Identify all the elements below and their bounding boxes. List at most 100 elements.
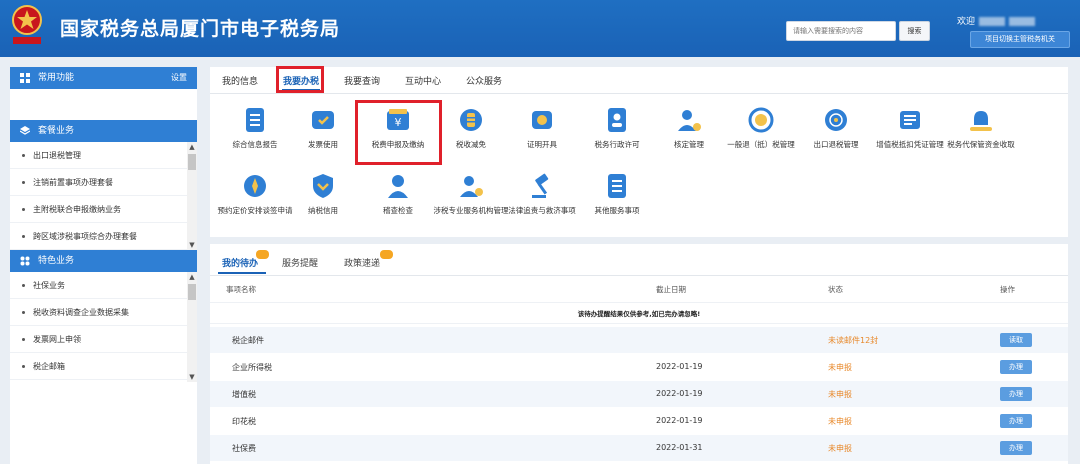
search-input[interactable] (786, 21, 896, 41)
package-scrollbar[interactable]: ▲ ▼ (187, 142, 197, 250)
tab-query[interactable]: 我要查询 (344, 74, 380, 87)
apps-icon (20, 256, 30, 266)
sidebar-item-tax-survey[interactable]: 税收资料调查企业数据采集 (10, 299, 197, 326)
user-gear-icon (678, 110, 701, 131)
yuan-wallet-icon: ¥ (387, 109, 409, 130)
scroll-down-icon[interactable]: ▼ (187, 372, 197, 382)
row-name: 增值税 (232, 390, 256, 399)
coins-icon (460, 109, 482, 131)
welcome-text: 欢迎 (957, 14, 1036, 27)
scroll-thumb[interactable] (188, 154, 196, 170)
sidebar-item-export-refund[interactable]: 出口退税管理 (10, 142, 197, 169)
shield-heart-icon (313, 174, 333, 198)
row-name: 社保费 (232, 444, 256, 453)
special-business-title: 特色业务 (38, 256, 75, 266)
special-business-list: 社保业务 税收资料调查企业数据采集 发票网上申领 税企邮箱 ▲ ▼ (10, 272, 197, 382)
table-header: 事项名称 截止日期 状态 操作 (210, 280, 1068, 298)
column-action: 操作 (1000, 285, 1015, 294)
row-status: 未申报 (828, 363, 852, 372)
active-tab-underline (218, 272, 266, 274)
common-functions-title: 常用功能 (38, 73, 75, 83)
scroll-up-icon[interactable]: ▲ (187, 272, 197, 282)
tab-policy-express[interactable]: 政策速递 (344, 256, 380, 269)
tab-interaction[interactable]: 互动中心 (405, 74, 441, 87)
row-date: 2022-01-19 (656, 362, 703, 371)
svg-text:¥: ¥ (395, 116, 402, 129)
row-status: 未申报 (828, 390, 852, 399)
row-date: 2022-01-19 (656, 389, 703, 398)
list-icon (608, 174, 626, 198)
table-row: 社保费 2022-01-31 未申报 办理 (210, 435, 1068, 461)
license-icon (608, 108, 626, 132)
handle-button[interactable]: 办理 (1000, 360, 1032, 374)
highlight-box-tab (276, 66, 324, 93)
row-status: 未申报 (828, 417, 852, 426)
top-header: 国家税务总局厦门市电子税务局 搜索 欢迎 项目切换主管税务机关 (0, 0, 1080, 57)
row-date: 2022-01-19 (656, 416, 703, 425)
tile-custody-funds[interactable]: 税务代保管资金收取 (936, 105, 1026, 150)
handle-button[interactable]: 办理 (1000, 441, 1032, 455)
tab-my-info[interactable]: 我的信息 (222, 74, 258, 87)
scroll-down-icon[interactable]: ▼ (187, 240, 197, 250)
refund-cycle-icon (748, 107, 774, 133)
search-button[interactable]: 搜索 (899, 21, 930, 41)
special-scrollbar[interactable]: ▲ ▼ (187, 272, 197, 382)
tile-label: 税务代保管资金收取 (947, 140, 1015, 149)
tab-divider (210, 93, 1068, 94)
column-deadline: 截止日期 (656, 285, 686, 294)
tile-other-services[interactable]: 其他服务事项 (572, 171, 662, 216)
sidebar: 常用功能 设置 套餐业务 出口退税管理 注销前置事项办理套餐 主附税联合申报缴纳… (10, 67, 197, 464)
report-icon (246, 108, 264, 132)
tax-emblem-icon (12, 5, 42, 44)
main-function-panel: 我的信息 我要办税 我要查询 互动中心 公众服务 综合信息报告 发票使用 ¥ 税… (210, 66, 1068, 237)
row-name: 企业所得税 (232, 363, 272, 372)
inspector-icon (388, 175, 408, 198)
site-title: 国家税务总局厦门市电子税务局 (60, 18, 341, 40)
layers-icon (20, 126, 30, 135)
column-status: 状态 (828, 285, 843, 294)
common-functions-area (10, 89, 197, 120)
table-row: 税企邮件 未读邮件12封 读取 (210, 327, 1068, 353)
tab-service-reminder[interactable]: 服务提醒 (282, 256, 318, 269)
agent-icon (460, 176, 483, 197)
package-business-list: 出口退税管理 注销前置事项办理套餐 主附税联合申报缴纳业务 跨区域涉税事项综合办… (10, 142, 197, 250)
voucher-icon (900, 111, 920, 129)
todo-panel: 我的待办 服务提醒 政策速递 事项名称 截止日期 状态 操作 该待办提醒结果仅供… (210, 244, 1068, 464)
column-name: 事项名称 (226, 285, 256, 294)
handle-button[interactable]: 办理 (1000, 387, 1032, 401)
tab-my-todo[interactable]: 我的待办 (222, 256, 258, 269)
tab-divider (210, 275, 1068, 276)
read-button[interactable]: 读取 (1000, 333, 1032, 347)
table-row: 增值税 2022-01-19 未申报 办理 (210, 381, 1068, 407)
compass-icon (244, 175, 266, 197)
tab-public-service[interactable]: 公众服务 (466, 74, 502, 87)
username-redacted (979, 17, 1006, 26)
row-name: 税企邮件 (232, 336, 264, 345)
special-business-header[interactable]: 特色业务 (10, 250, 197, 272)
tile-label: 其他服务事项 (594, 206, 640, 215)
sidebar-item-cross-region-package[interactable]: 跨区域涉税事项综合办理套餐 (10, 223, 197, 250)
row-status: 未读邮件12封 (828, 336, 879, 345)
scroll-thumb[interactable] (188, 284, 196, 300)
row-date: 2022-01-31 (656, 443, 703, 452)
sidebar-item-joint-declaration[interactable]: 主附税联合申报缴纳业务 (10, 196, 197, 223)
handle-button[interactable]: 办理 (1000, 414, 1032, 428)
gavel-icon (532, 173, 549, 198)
package-business-header[interactable]: 套餐业务 (10, 120, 197, 142)
row-status: 未申报 (828, 444, 852, 453)
sidebar-item-tax-mailbox[interactable]: 税企邮箱 (10, 353, 197, 380)
switch-tax-authority-button[interactable]: 项目切换主管税务机关 (970, 31, 1070, 48)
sidebar-item-social-security[interactable]: 社保业务 (10, 272, 197, 299)
scroll-up-icon[interactable]: ▲ (187, 142, 197, 152)
todo-notice: 该待办提醒结果仅供参考,如已完办请忽略! (210, 302, 1068, 324)
settings-link[interactable]: 设置 (171, 67, 187, 89)
sidebar-item-deregistration-package[interactable]: 注销前置事项办理套餐 (10, 169, 197, 196)
package-business-title: 套餐业务 (38, 126, 75, 136)
table-row: 印花税 2022-01-19 未申报 办理 (210, 408, 1068, 434)
policy-count-badge (380, 250, 393, 259)
sidebar-item-invoice-apply[interactable]: 发票网上申领 (10, 326, 197, 353)
globe-icon (825, 109, 847, 131)
common-functions-header: 常用功能 设置 (10, 67, 197, 89)
invoice-icon (312, 111, 334, 129)
row-name: 印花税 (232, 417, 256, 426)
